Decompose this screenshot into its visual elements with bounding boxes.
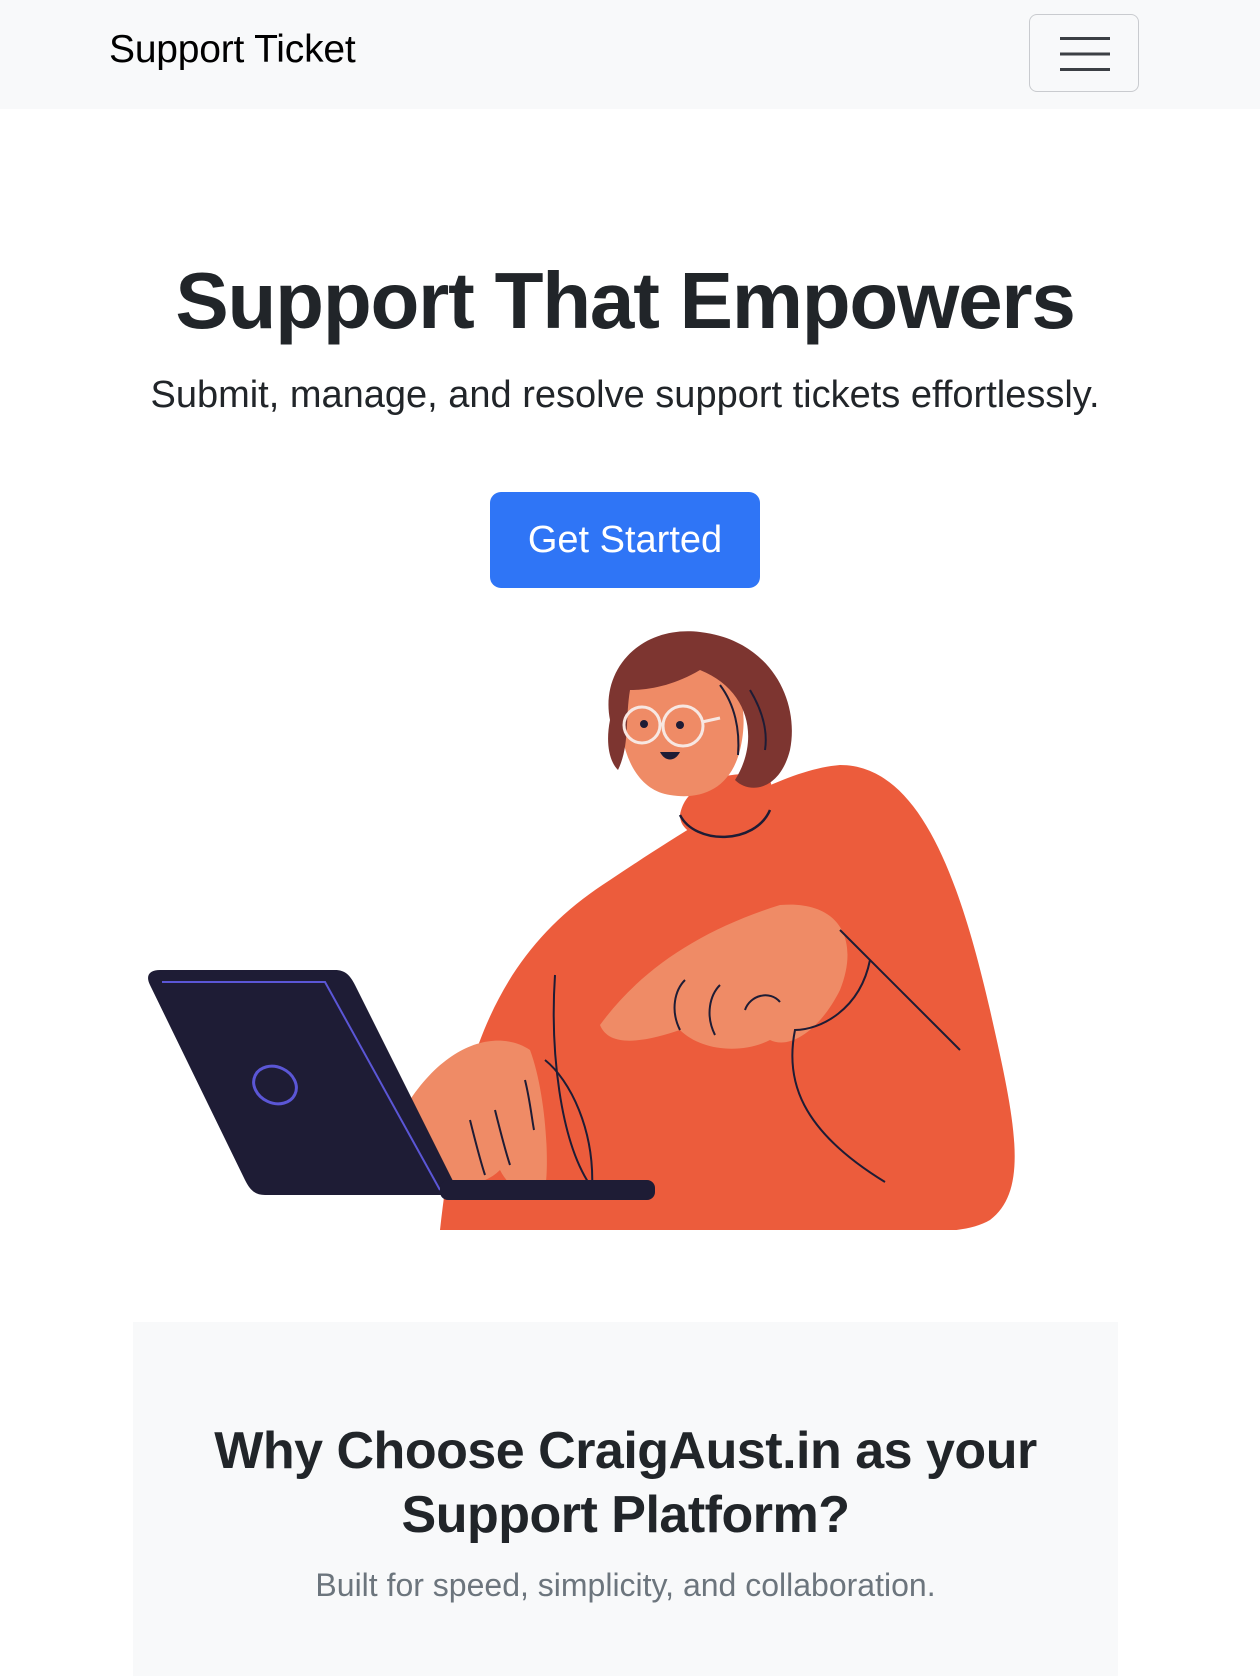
features-title-line2: Support Platform? — [401, 1486, 850, 1544]
woman-at-laptop-illustration — [148, 631, 1015, 1230]
get-started-button[interactable]: Get Started — [490, 492, 760, 588]
features-title-line1: Why Choose CraigAust.in as your — [214, 1422, 1037, 1480]
navbar: Support Ticket — [0, 0, 1260, 109]
hero-title: Support That Empowers — [175, 256, 1075, 345]
laptop-screen — [148, 970, 460, 1195]
features-section: Why Choose CraigAust.in as your Support … — [133, 1322, 1118, 1676]
hero-subtitle: Submit, manage, and resolve support tick… — [150, 374, 1100, 416]
laptop-base — [440, 1180, 655, 1200]
features-title: Why Choose CraigAust.in as your Support … — [133, 1419, 1118, 1547]
features-subtitle: Built for speed, simplicity, and collabo… — [315, 1567, 936, 1603]
navbar-toggle-button[interactable] — [1029, 14, 1139, 92]
brand-link[interactable]: Support Ticket — [109, 28, 356, 72]
hamburger-menu-icon — [1060, 37, 1110, 71]
